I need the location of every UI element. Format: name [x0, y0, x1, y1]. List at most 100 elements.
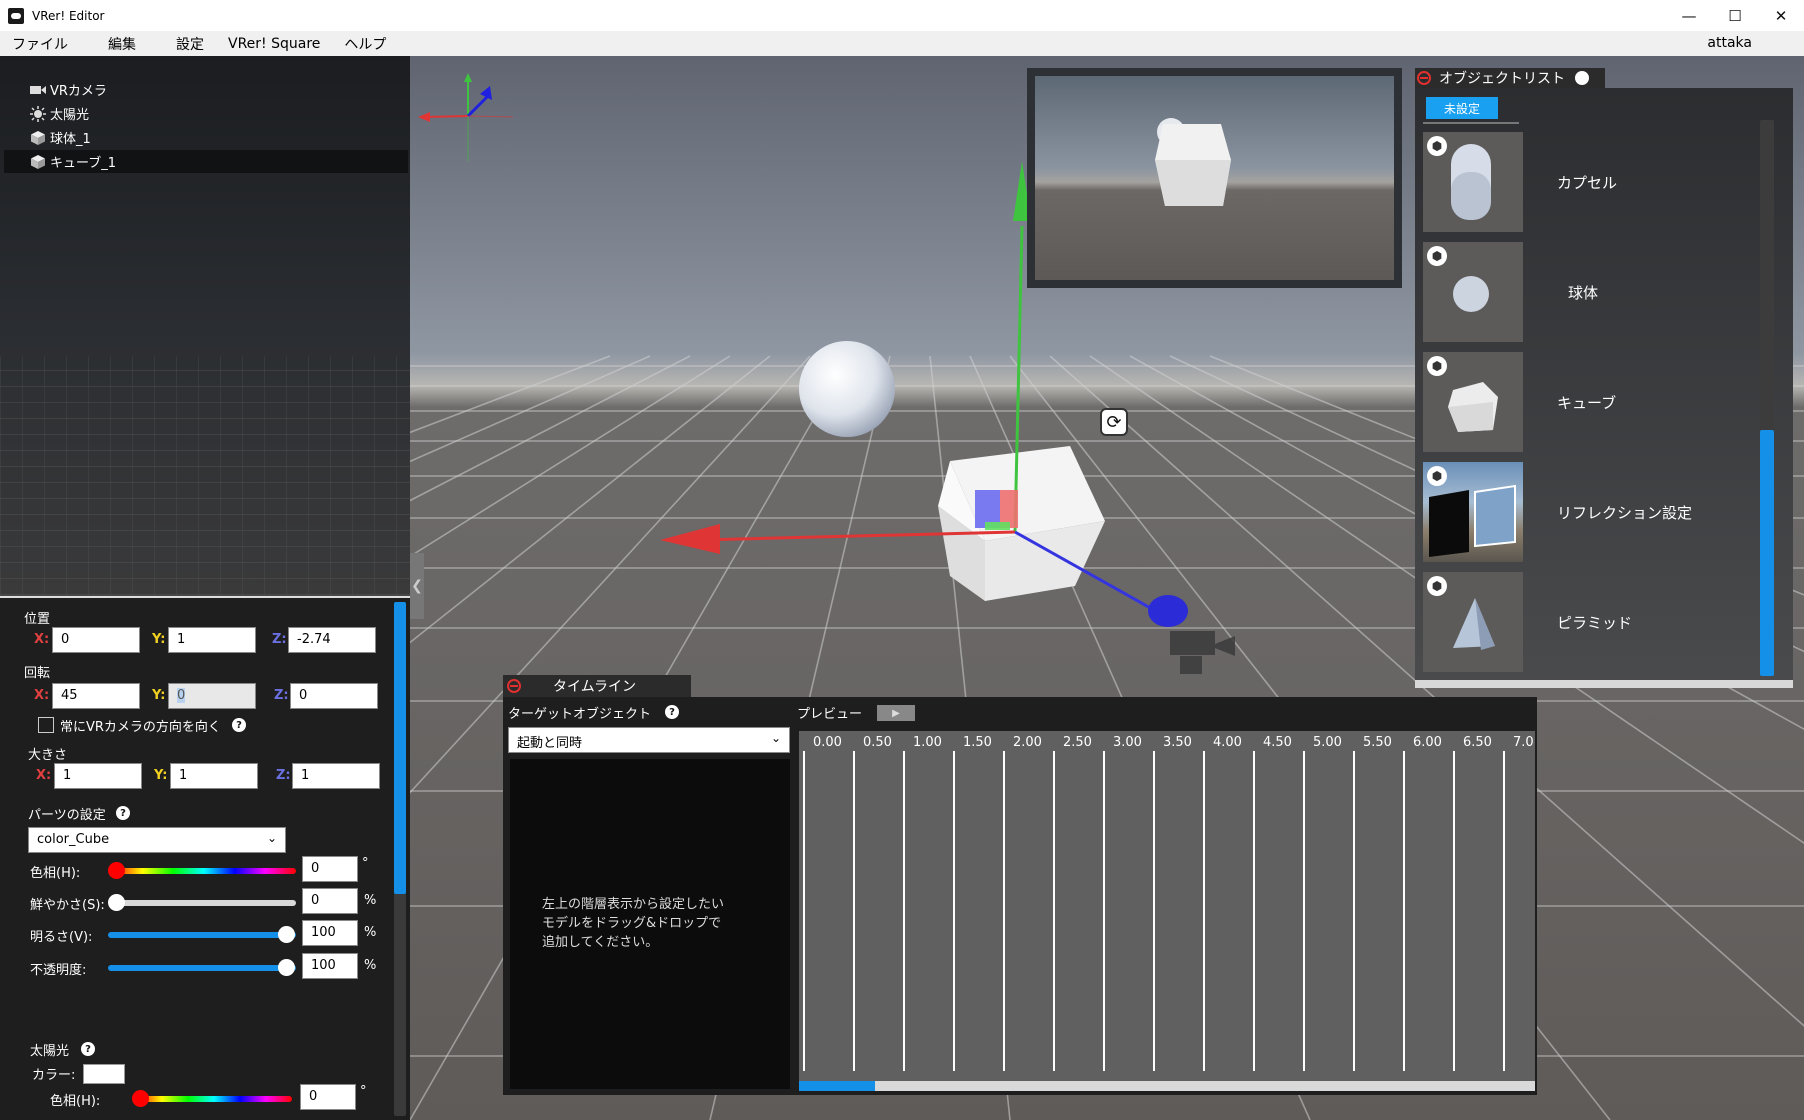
face-camera-checkbox[interactable] — [38, 717, 54, 733]
object-list-header: オブジェクトリスト — [1415, 68, 1605, 88]
scale-y-field[interactable]: 1 — [170, 763, 258, 789]
capsule-thumbnail: ⬢ — [1423, 132, 1523, 232]
scrollbar-thumb[interactable] — [394, 602, 406, 894]
sunlight-hue-label: 色相(H): — [50, 1094, 101, 1109]
timeline-grid[interactable]: 0.00 0.50 1.00 1.50 2.00 2.50 3.00 3.50 4.00 4.50… — [799, 731, 1535, 1089]
sphere-object[interactable] — [799, 341, 895, 437]
brightness-field[interactable]: 100 — [302, 920, 358, 946]
target-object-dropzone[interactable]: 左上の階層表示から設定したい モデルをドラッグ&ドロップで 追加してください。 — [510, 759, 790, 1089]
scale-label: 大きさ — [28, 748, 68, 763]
object-item-label: ピラミッド — [1557, 614, 1633, 632]
chevron-down-icon: ⌄ — [266, 831, 277, 845]
timeline-tick-label: 7.0 — [1513, 735, 1534, 750]
sunlight-color-swatch[interactable] — [83, 1064, 125, 1084]
orientation-gizmo — [418, 73, 514, 161]
tab-unassigned[interactable]: 未設定 — [1426, 97, 1498, 119]
position-z-field[interactable]: -2.74 — [288, 627, 376, 653]
collapse-icon[interactable] — [507, 679, 521, 693]
slider-knob[interactable] — [278, 926, 295, 943]
menu-file[interactable]: ファイル — [0, 34, 80, 54]
hue-slider[interactable] — [108, 862, 296, 879]
timeline-tick-label: 2.50 — [1063, 735, 1092, 750]
object-item-label: 球体 — [1568, 284, 1599, 302]
cube-icon: ⬢ — [1427, 356, 1447, 376]
hierarchy-item-vr-camera[interactable]: VRカメラ — [4, 78, 408, 101]
help-icon[interactable]: ? — [81, 1042, 95, 1056]
parts-select[interactable]: color_Cube ⌄ — [28, 827, 286, 853]
menu-edit[interactable]: 編集 — [96, 34, 148, 54]
object-list-scrollbar[interactable] — [1760, 120, 1774, 676]
hue-field[interactable]: 0 — [302, 856, 358, 882]
hue-unit: ° — [362, 856, 369, 871]
position-z-label: Z: — [272, 632, 287, 647]
timeline-tab: タイムライン — [503, 675, 691, 697]
menu-help[interactable]: ヘルプ — [332, 34, 398, 54]
rotation-x-field[interactable]: 45 — [52, 683, 140, 709]
hierarchy-item-sphere-1[interactable]: 球体_1 — [4, 126, 408, 149]
timeline-scrollbar[interactable] — [799, 1081, 1535, 1091]
timeline-tick-label: 1.50 — [963, 735, 992, 750]
sunlight-hue-slider[interactable] — [132, 1090, 292, 1107]
timeline-body: ターゲットオブジェクト ? 起動と同時 ⌄ 左上の階層表示から設定したい モデルを… — [503, 697, 1537, 1095]
object-item-capsule[interactable]: ⬢ カプセル — [1423, 132, 1753, 232]
slider-knob[interactable] — [278, 959, 295, 976]
menu-vrer-square[interactable]: VRer! Square — [216, 36, 332, 52]
object-item-cube[interactable]: ⬢ キューブ — [1423, 352, 1753, 452]
collapse-icon[interactable] — [1417, 71, 1431, 85]
saturation-field[interactable]: 0 — [302, 888, 358, 914]
tab-underline — [1423, 122, 1519, 124]
timeline-panel: タイムライン ターゲットオブジェクト ? 起動と同時 ⌄ 左上の階層表示から設定し… — [503, 675, 1537, 1095]
timeline-gridline — [1003, 751, 1005, 1071]
cube-object[interactable] — [938, 446, 1105, 601]
rotation-label: 回転 — [24, 666, 51, 681]
slider-knob[interactable] — [108, 894, 125, 911]
maximize-button[interactable]: ☐ — [1712, 0, 1758, 31]
slider-knob[interactable] — [108, 862, 125, 879]
scrollbar-thumb[interactable] — [799, 1081, 875, 1091]
user-name[interactable]: attaka — [1707, 35, 1752, 51]
cube-icon — [30, 130, 46, 146]
rotation-z-field[interactable]: 0 — [290, 683, 378, 709]
object-item-reflection[interactable]: ⬢ リフレクション設定 — [1423, 462, 1753, 562]
collapse-left-panel-button[interactable]: ❮ — [410, 553, 424, 619]
settings-icon[interactable] — [1575, 71, 1589, 85]
vr-camera-object[interactable] — [1170, 631, 1235, 674]
help-icon[interactable]: ? — [116, 806, 130, 820]
slider-knob[interactable] — [132, 1090, 149, 1107]
rotate-icon[interactable]: ⟳ — [1100, 408, 1128, 436]
object-item-pyramid[interactable]: ⬢ ピラミッド — [1423, 572, 1753, 672]
saturation-slider[interactable] — [108, 894, 296, 911]
position-y-label: Y: — [152, 632, 166, 647]
object-list-panel: オブジェクトリスト 未設定 ⬢ カプセル ⬢ 球体 ⬢ キューブ ⬢ リフレクシ… — [1415, 68, 1793, 688]
hierarchy-item-sunlight[interactable]: 太陽光 — [4, 102, 408, 125]
camera-preview-panel — [1027, 68, 1402, 288]
close-button[interactable]: ✕ — [1758, 0, 1804, 31]
brightness-unit: % — [364, 925, 377, 940]
help-icon[interactable]: ? — [232, 718, 246, 732]
menu-settings[interactable]: 設定 — [164, 34, 216, 54]
object-item-label: リフレクション設定 — [1557, 504, 1693, 522]
minimize-button[interactable]: — — [1666, 0, 1712, 31]
opacity-field[interactable]: 100 — [302, 953, 358, 979]
hierarchy-item-cube-1[interactable]: キューブ_1 — [4, 150, 408, 173]
opacity-slider[interactable] — [108, 959, 296, 976]
brightness-slider[interactable] — [108, 926, 296, 943]
preview-play-button[interactable]: ▶ — [877, 705, 915, 721]
timeline-tick-label: 6.50 — [1463, 735, 1492, 750]
inspector-scrollbar[interactable] — [394, 602, 406, 1116]
sunlight-hue-field[interactable]: 0 — [300, 1084, 356, 1110]
scale-z-field[interactable]: 1 — [292, 763, 380, 789]
object-item-sphere[interactable]: ⬢ 球体 — [1423, 242, 1753, 342]
timeline-gridline — [1203, 751, 1205, 1071]
cube-icon: ⬢ — [1427, 136, 1447, 156]
rotation-y-field[interactable]: 0 — [168, 683, 256, 709]
scrollbar-thumb[interactable] — [1760, 430, 1774, 676]
chevron-down-icon: ⌄ — [770, 731, 781, 745]
position-x-field[interactable]: 0 — [52, 627, 140, 653]
camera-preview-image — [1035, 76, 1394, 280]
scale-x-field[interactable]: 1 — [54, 763, 142, 789]
position-y-field[interactable]: 1 — [168, 627, 256, 653]
help-icon[interactable]: ? — [665, 705, 679, 719]
trigger-select[interactable]: 起動と同時 ⌄ — [508, 727, 790, 753]
timeline-tick-label: 5.00 — [1313, 735, 1342, 750]
